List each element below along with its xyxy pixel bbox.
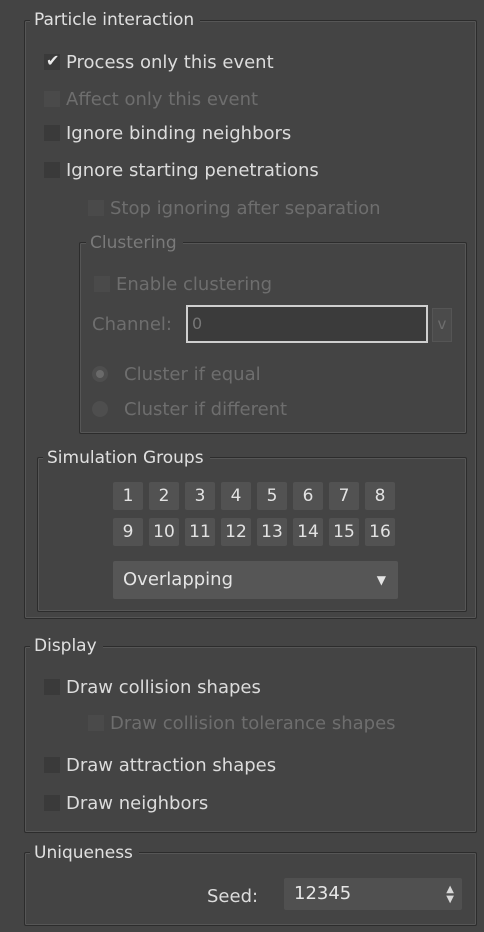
- checkbox-box: [44, 162, 60, 178]
- group-button-7[interactable]: 7: [329, 482, 359, 510]
- seed-spinner[interactable]: 12345 ▲ ▼: [284, 878, 462, 910]
- checkbox-box: [44, 795, 60, 811]
- group-button-4[interactable]: 4: [221, 482, 251, 510]
- process-only-label: Process only this event: [66, 51, 274, 73]
- group-button-15[interactable]: 15: [329, 518, 359, 546]
- ignore-binding-label: Ignore binding neighbors: [66, 122, 292, 144]
- draw-tolerance-label: Draw collision tolerance shapes: [110, 712, 396, 734]
- group-button-1[interactable]: 1: [113, 482, 143, 510]
- group-button-13[interactable]: 13: [257, 518, 287, 546]
- stop-ignoring-label: Stop ignoring after separation: [110, 197, 381, 219]
- group-button-9[interactable]: 9: [113, 518, 143, 546]
- seed-label: Seed:: [207, 885, 259, 907]
- radio-icon: [92, 401, 108, 417]
- clustering-legend: Clustering: [86, 232, 183, 254]
- updown-arrows-icon[interactable]: ▲ ▼: [446, 878, 454, 905]
- group-button-10[interactable]: 10: [149, 518, 179, 546]
- cluster-different-label: Cluster if different: [124, 398, 288, 420]
- group-button-3[interactable]: 3: [185, 482, 215, 510]
- affect-only-checkbox[interactable]: Affect only this event: [44, 86, 258, 112]
- display-legend: Display: [30, 635, 103, 657]
- stop-ignoring-checkbox[interactable]: Stop ignoring after separation: [88, 195, 381, 221]
- draw-attraction-label: Draw attraction shapes: [66, 754, 277, 776]
- draw-neighbors-checkbox[interactable]: Draw neighbors: [44, 790, 208, 816]
- overlap-mode-value: Overlapping: [123, 569, 234, 590]
- group-button-12[interactable]: 12: [221, 518, 251, 546]
- ignore-binding-checkbox[interactable]: Ignore binding neighbors: [44, 120, 291, 146]
- cluster-equal-radio[interactable]: Cluster if equal: [92, 361, 261, 387]
- process-only-checkbox[interactable]: Process only this event: [44, 49, 274, 75]
- group-button-14[interactable]: 14: [293, 518, 323, 546]
- cluster-equal-label: Cluster if equal: [124, 363, 261, 385]
- checkbox-box: [44, 757, 60, 773]
- channel-label: Channel:: [92, 313, 172, 335]
- enable-clustering-checkbox[interactable]: Enable clustering: [94, 271, 272, 297]
- overlap-mode-dropdown[interactable]: Overlapping ▼: [113, 561, 398, 599]
- checkbox-box: [44, 125, 60, 141]
- group-button-2[interactable]: 2: [149, 482, 179, 510]
- seed-value: 12345: [294, 883, 352, 904]
- checkbox-box: [44, 91, 60, 107]
- group-button-5[interactable]: 5: [257, 482, 287, 510]
- checkbox-box: [44, 679, 60, 695]
- enable-clustering-label: Enable clustering: [116, 273, 273, 295]
- triangle-down-icon: ▼: [376, 573, 386, 587]
- checkbox-box: [88, 200, 104, 216]
- checkbox-box: [88, 715, 104, 731]
- draw-collision-label: Draw collision shapes: [66, 676, 261, 698]
- draw-neighbors-label: Draw neighbors: [66, 792, 209, 814]
- checkmark-icon: [44, 51, 60, 70]
- ignore-starting-label: Ignore starting penetrations: [66, 159, 319, 181]
- group-button-11[interactable]: 11: [185, 518, 215, 546]
- draw-collision-checkbox[interactable]: Draw collision shapes: [44, 674, 261, 700]
- radio-icon: [92, 366, 108, 382]
- cluster-different-radio[interactable]: Cluster if different: [92, 396, 287, 422]
- affect-only-label: Affect only this event: [66, 88, 259, 110]
- simulation-groups-legend: Simulation Groups: [43, 447, 210, 469]
- draw-tolerance-checkbox[interactable]: Draw collision tolerance shapes: [88, 710, 396, 736]
- checkbox-box: [94, 276, 110, 292]
- group-button-16[interactable]: 16: [365, 518, 395, 546]
- ignore-starting-checkbox[interactable]: Ignore starting penetrations: [44, 157, 319, 183]
- group-button-8[interactable]: 8: [365, 482, 395, 510]
- group-button-6[interactable]: 6: [293, 482, 323, 510]
- particle-interaction-legend: Particle interaction: [30, 9, 201, 31]
- uniqueness-legend: Uniqueness: [30, 842, 139, 864]
- channel-input[interactable]: 0: [186, 305, 428, 343]
- draw-attraction-checkbox[interactable]: Draw attraction shapes: [44, 752, 276, 778]
- channel-v-button[interactable]: v: [432, 308, 452, 342]
